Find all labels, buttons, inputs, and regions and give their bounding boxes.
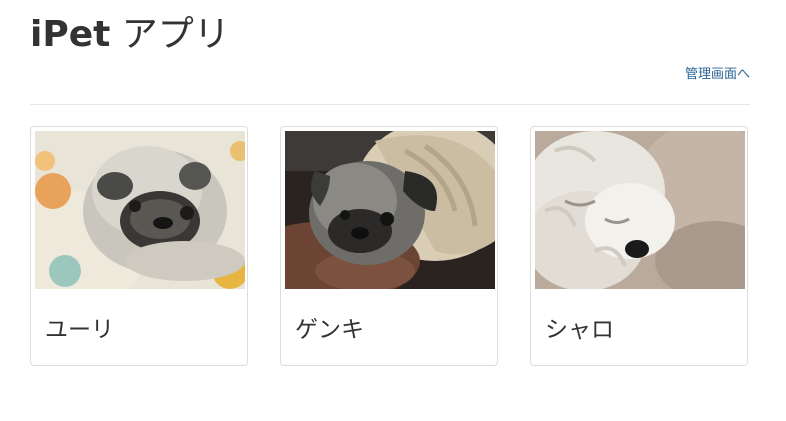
pet-name: ゲンキ [295,317,364,343]
pug-in-blanket-photo [285,131,495,289]
header-divider [30,104,750,105]
admin-page-link[interactable]: 管理画面へ [685,66,750,84]
app-brand: iPet [30,14,111,55]
pet-name: シャロ [545,317,614,343]
pet-photo[interactable] [285,131,495,289]
app-title-suffix: アプリ [110,14,230,55]
page: iPet アプリ 管理画面へ ユーリ ゲンキ シャロ [0,0,786,421]
pet-card[interactable]: シャロ [530,126,748,366]
white-fluffy-dog-photo [535,131,745,289]
pet-photo[interactable] [35,131,245,289]
pet-card[interactable]: ゲンキ [280,126,498,366]
pet-card[interactable]: ユーリ [30,126,248,366]
pug-on-cushion-photo [35,131,245,289]
pet-name: ユーリ [45,317,114,343]
pet-photo[interactable] [535,131,745,289]
page-title: iPet アプリ [30,10,230,60]
